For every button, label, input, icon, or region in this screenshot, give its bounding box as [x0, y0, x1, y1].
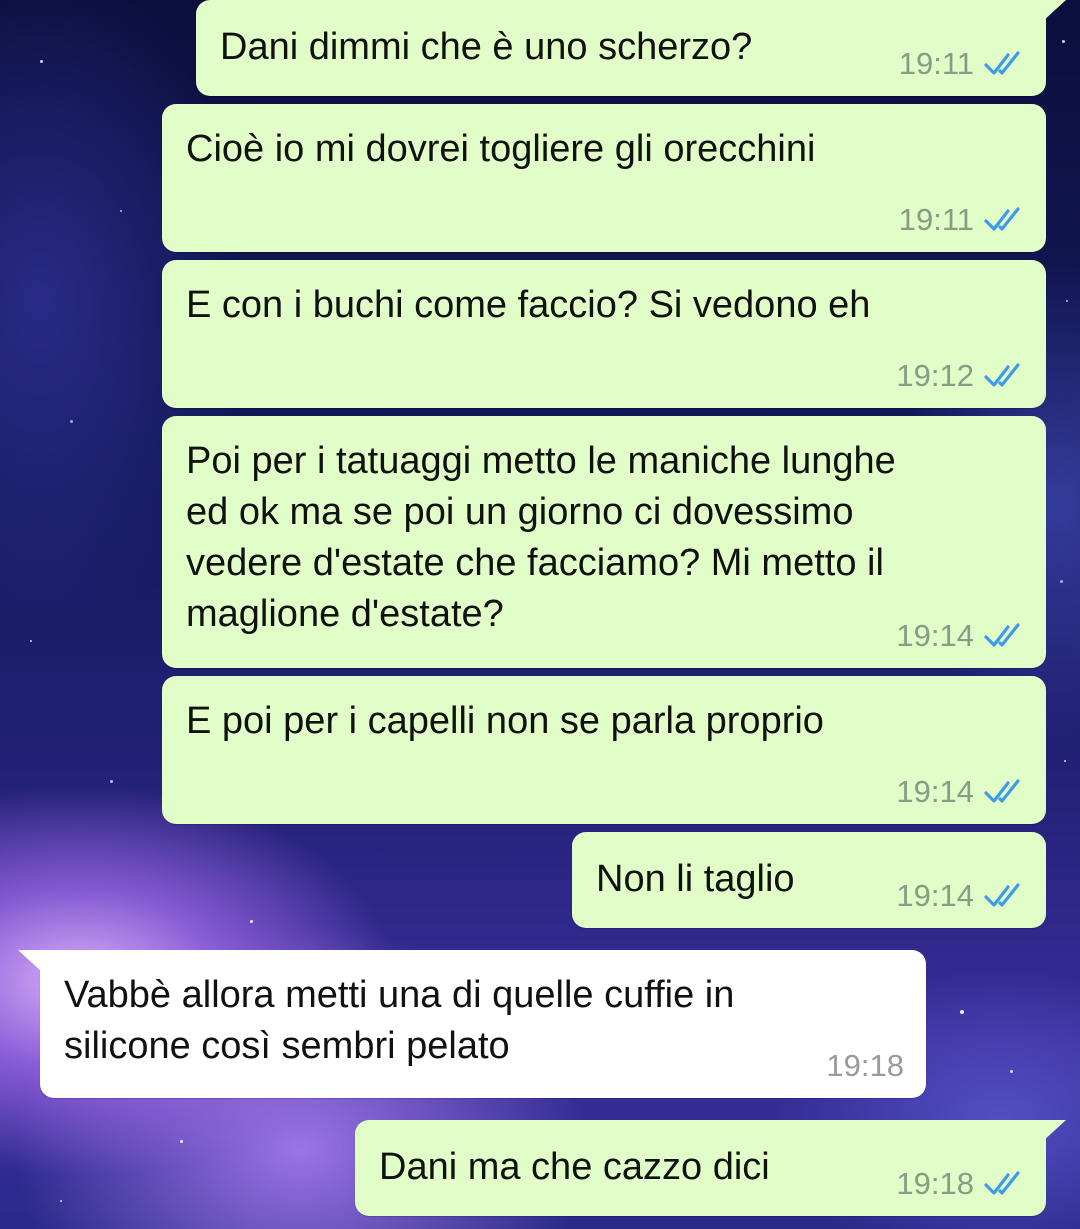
message-text: Vabbè allora metti una di quelle cuffie …: [64, 974, 735, 1067]
message-text: E poi per i capelli non se parla proprio: [186, 700, 824, 742]
double-check-read-icon: [984, 1171, 1020, 1195]
double-check-read-icon: [984, 51, 1020, 75]
message-time: 19:14: [896, 878, 974, 913]
bubble-tail: [18, 950, 42, 972]
message-text: E con i buchi come faccio? Si vedono eh: [186, 284, 871, 326]
message-text: Dani ma che cazzo dici: [379, 1146, 770, 1188]
message-bubble-outgoing[interactable]: Dani ma che cazzo dici 19:18: [355, 1120, 1066, 1216]
star: [180, 1140, 183, 1143]
message-meta: 19:14: [896, 878, 1024, 914]
double-check-read-icon: [984, 883, 1020, 907]
message-meta: 19:12: [896, 358, 1024, 394]
star: [250, 920, 253, 923]
message-bubble-outgoing[interactable]: E poi per i capelli non se parla proprio…: [162, 676, 1046, 824]
double-check-read-icon: [984, 207, 1020, 231]
message-bubble-outgoing[interactable]: E con i buchi come faccio? Si vedono eh …: [162, 260, 1046, 408]
message-meta: 19:11: [899, 202, 1024, 238]
bubble-tail: [1042, 1120, 1066, 1142]
message-meta: 19:18: [826, 1048, 904, 1084]
star: [110, 780, 113, 783]
star: [40, 60, 43, 63]
star: [1060, 580, 1063, 583]
star: [1062, 40, 1065, 43]
star: [1064, 760, 1066, 762]
message-time: 19:11: [898, 46, 974, 81]
message-time: 19:11: [898, 202, 974, 237]
message-time: 19:18: [896, 1166, 974, 1201]
bubble-tail: [1042, 0, 1066, 22]
message-time: 19:12: [896, 358, 974, 393]
message-meta: 19:11: [899, 46, 1024, 82]
message-text: Cioè io mi dovrei togliere gli orecchini: [186, 128, 816, 170]
message-meta: 19:18: [896, 1166, 1024, 1202]
message-bubble-outgoing[interactable]: Poi per i tatuaggi metto le maniche lung…: [162, 416, 1046, 668]
star: [1010, 1070, 1013, 1073]
star: [960, 1010, 964, 1014]
double-check-read-icon: [984, 363, 1020, 387]
message-time: 19:14: [896, 774, 974, 809]
message-time: 19:18: [826, 1048, 904, 1083]
star: [30, 640, 32, 642]
message-text: Poi per i tatuaggi metto le maniche lung…: [186, 440, 896, 635]
star: [120, 210, 122, 212]
message-meta: 19:14: [896, 618, 1024, 654]
double-check-read-icon: [984, 779, 1020, 803]
message-text: Non li taglio: [596, 858, 795, 900]
message-bubble-incoming[interactable]: Vabbè allora metti una di quelle cuffie …: [18, 950, 926, 1098]
message-time: 19:14: [896, 618, 974, 653]
message-meta: 19:14: [896, 774, 1024, 810]
star: [70, 420, 73, 423]
message-bubble-outgoing[interactable]: Cioè io mi dovrei togliere gli orecchini…: [162, 104, 1046, 252]
double-check-read-icon: [984, 623, 1020, 647]
star: [60, 1200, 62, 1202]
message-text: Dani dimmi che è uno scherzo?: [220, 26, 753, 68]
message-bubble-outgoing[interactable]: Non li taglio 19:14: [572, 832, 1046, 928]
message-bubble-outgoing[interactable]: Dani dimmi che è uno scherzo? 19:11: [196, 0, 1066, 96]
star: [1066, 300, 1068, 302]
